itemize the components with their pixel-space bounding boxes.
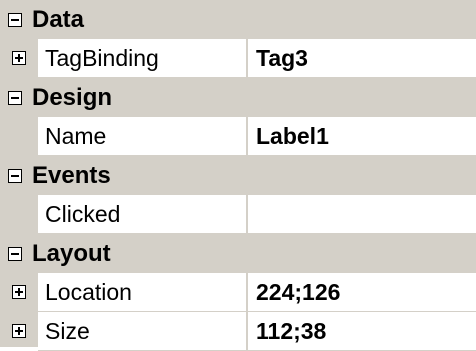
property-name[interactable]: TagBinding [38,39,248,77]
property-name[interactable]: Size [38,312,248,350]
property-value[interactable]: 224;126 [248,273,476,311]
category-design[interactable]: Design [0,78,476,117]
property-name[interactable]: Clicked [38,195,248,233]
property-row-clicked[interactable]: Clicked [0,195,476,234]
property-value[interactable]: Label1 [248,117,476,155]
category-label: Design [32,83,113,111]
category-events[interactable]: Events [0,156,476,195]
category-label: Events [32,161,111,189]
property-name[interactable]: Name [38,117,248,155]
property-row-size[interactable]: Size 112;38 [0,312,476,351]
expand-plus-icon[interactable] [12,285,26,299]
category-data[interactable]: Data [0,0,476,39]
property-row-name[interactable]: Name Label1 [0,117,476,156]
category-label: Data [32,5,85,33]
property-grid: Data TagBinding Tag3 Design Name Label1 … [0,0,476,351]
category-layout[interactable]: Layout [0,234,476,273]
expand-plus-icon[interactable] [12,51,26,65]
property-value[interactable]: Tag3 [248,39,476,77]
collapse-minus-icon[interactable] [8,168,22,183]
category-label: Layout [32,239,111,267]
collapse-minus-icon[interactable] [8,12,22,27]
property-row-location[interactable]: Location 224;126 [0,273,476,312]
property-row-tagbinding[interactable]: TagBinding Tag3 [0,39,476,78]
expand-plus-icon[interactable] [12,324,26,338]
property-name[interactable]: Location [38,273,248,311]
collapse-minus-icon[interactable] [8,90,22,105]
property-value[interactable]: 112;38 [248,312,476,350]
property-value[interactable] [248,195,476,233]
collapse-minus-icon[interactable] [8,246,22,261]
